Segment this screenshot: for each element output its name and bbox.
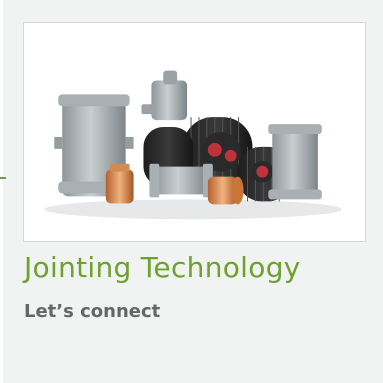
card-title[interactable]: Jointing Technology (24, 250, 301, 286)
product-card[interactable]: Jointing Technology Let’s connect (3, 0, 383, 383)
product-image[interactable] (23, 22, 366, 242)
accent-mark (0, 177, 6, 179)
card-subtitle[interactable]: Let’s connect (24, 300, 160, 324)
jointing-products-illustration (44, 70, 342, 220)
